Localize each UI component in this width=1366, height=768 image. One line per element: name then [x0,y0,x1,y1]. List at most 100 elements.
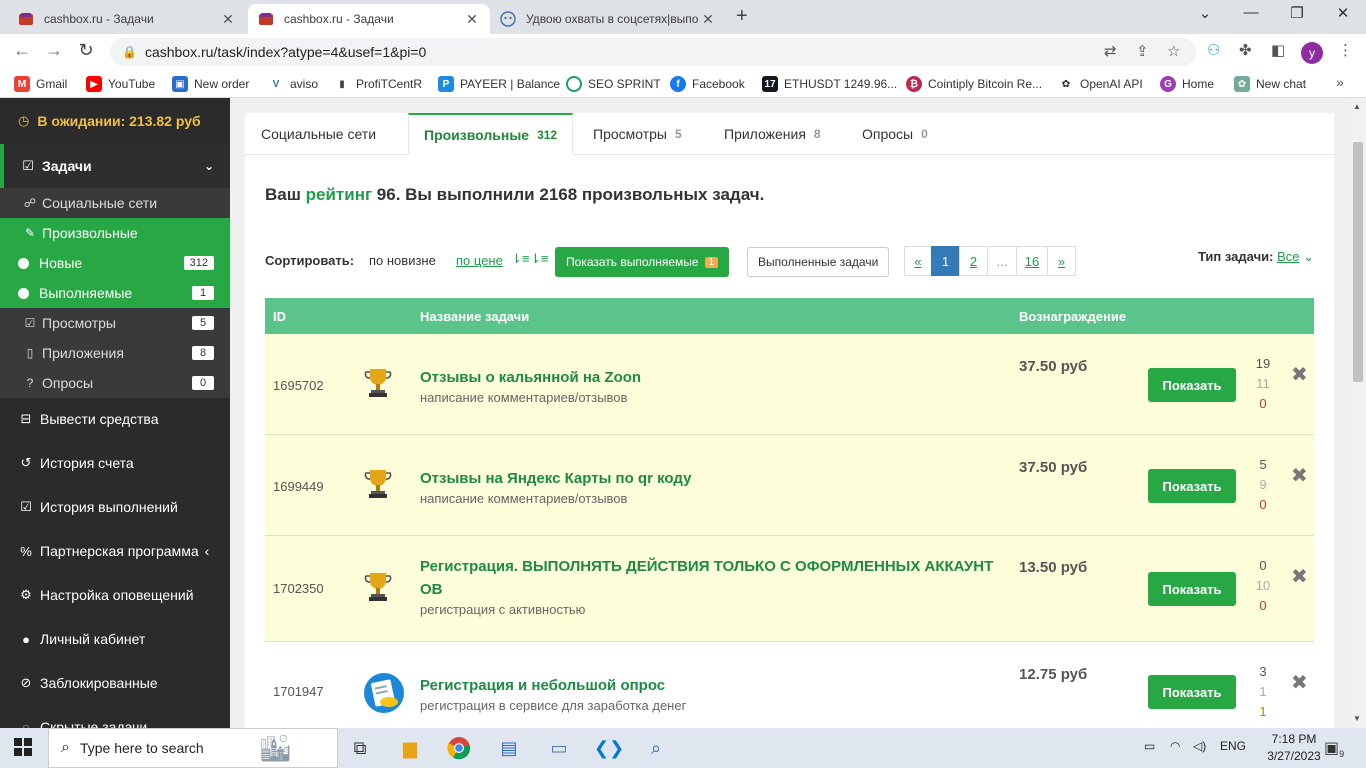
close-window-button[interactable]: ✕ [1320,4,1366,22]
scroll-down-icon[interactable]: ▼ [1353,714,1361,723]
sidebar-item-apps[interactable]: ▯ Приложения 8 [0,338,230,368]
sort-desc-icon[interactable]: ⇂≡ [511,251,529,267]
forward-arrow-icon[interactable]: → [42,40,66,61]
sidebar-item-completion-history[interactable]: ☑ История выполнений [0,485,230,529]
page-1[interactable]: 1 [931,246,960,276]
sidebar-item-new[interactable]: Новые 312 [0,248,230,278]
scrollbar-thumb[interactable] [1353,142,1363,382]
task-view-icon[interactable]: ⧉ [348,736,372,760]
hide-task-icon[interactable]: ✖ [1291,362,1308,387]
sidebar-item-affiliate[interactable]: % Партнерская программа ‹ [0,529,230,573]
sidebar-item-social[interactable]: ☍ Социальные сети [0,188,230,218]
show-task-button[interactable]: Показать [1148,368,1236,402]
file-explorer-icon[interactable]: ▆ [398,736,422,760]
side-panel-icon[interactable]: ◧ [1271,41,1285,59]
extensions-puzzle-icon[interactable]: ✤ [1239,41,1252,59]
bookmark-gmail[interactable]: M Gmail [14,76,67,92]
share-icon[interactable]: ⇪ [1136,42,1149,60]
bookmark-aviso[interactable]: Vaviso [268,76,318,92]
task-title-link[interactable]: Регистрация и небольшой опрос [420,674,1005,697]
task-title-link[interactable]: Регистрация. ВЫПОЛНЯТЬ ДЕЙСТВИЯ ТОЛЬКО С… [420,555,1005,601]
minimize-button[interactable]: — [1228,4,1274,21]
address-bar[interactable]: 🔒 cashbox.ru/task/index?atype=4&usef=1&p… [110,38,1196,66]
bookmark-star-icon[interactable]: ☆ [1167,42,1180,60]
page-16[interactable]: 16 [1016,246,1048,276]
sort-asc-icon[interactable]: ⇂≡ [530,251,548,267]
browser-menu-icon[interactable]: ⋮ [1338,41,1353,59]
hide-task-icon[interactable]: ✖ [1291,670,1308,695]
bookmark-new-order[interactable]: ▣ New order [172,76,249,92]
vscode-icon[interactable]: ❮❯ [594,736,624,760]
bookmark-openai-api[interactable]: ✿ OpenAI API [1058,76,1143,92]
chevron-down-icon[interactable]: ⌄ [1303,249,1314,264]
sidebar-item-in-progress[interactable]: Выполняемые 1 [0,278,230,308]
bookmark-payeer[interactable]: P PAYEER | Balance [438,76,560,92]
page-prev[interactable]: « [904,246,932,276]
sort-by-newest[interactable]: по новизне [369,253,436,268]
hide-task-icon[interactable]: ✖ [1291,463,1308,488]
bookmark-ethusdt[interactable]: 17 ETHUSDT 1249.96... [762,76,897,92]
taskbar-clock[interactable]: 7:18 PM 3/27/2023 [1266,731,1322,765]
sidebar-item-surveys[interactable]: ? Опросы 0 [0,368,230,398]
completed-tasks-button[interactable]: Выполненные задачи [747,247,890,277]
tab-apps[interactable]: Приложения 8 [724,113,821,155]
chrome-icon[interactable] [447,736,471,760]
tab-close-icon[interactable]: ✕ [464,11,480,28]
bookmark-profitcentr[interactable]: ▮ ProfiTCentR [334,76,422,92]
bookmark-facebook[interactable]: f Facebook [670,76,745,92]
notification-center-icon[interactable]: ▣9 [1324,738,1344,759]
sidebar-item-tasks[interactable]: ☑ Задачи ⌄ [0,144,230,188]
monitor-app-icon[interactable]: ▭ [547,736,571,760]
sidebar-item-withdraw[interactable]: ⊟ Вывести средства [0,397,230,441]
language-indicator[interactable]: ENG [1220,739,1246,753]
bookmarks-overflow-icon[interactable]: » [1336,74,1344,90]
profile-avatar[interactable]: y [1301,42,1323,64]
tab-close-icon[interactable]: ✕ [700,11,716,28]
page-2[interactable]: 2 [959,246,988,276]
task-title-link[interactable]: Отзывы на Яндекс Карты по qr коду [420,467,1005,490]
sidebar-item-custom[interactable]: ✎ Произвольные [0,218,230,248]
bookmark-youtube[interactable]: ▶ YouTube [86,76,155,92]
volume-icon[interactable]: ◁) [1193,739,1206,753]
task-title-link[interactable]: Отзывы о кальянной на Zoon [420,366,1005,389]
sidebar-item-profile[interactable]: ● Личный кабинет [0,617,230,661]
browser-tab[interactable]: cashbox.ru - Задачи ✕ [8,4,246,34]
sidebar-item-views[interactable]: ☑ Просмотры 5 [0,308,230,338]
sort-by-price[interactable]: по цене [456,253,503,268]
remote-app-icon[interactable]: ▤ [497,736,521,760]
bookmark-home[interactable]: G Home [1160,76,1214,92]
tab-views[interactable]: Просмотры 5 [593,113,682,155]
new-tab-button[interactable]: + [736,5,748,28]
task-type-select[interactable]: Все [1277,249,1299,264]
tab-custom[interactable]: Произвольные 312 [408,113,574,155]
show-in-progress-button[interactable]: Показать выполняемые 1 [555,247,730,277]
browser-tab-active[interactable]: cashbox.ru - Задачи ✕ [248,4,490,34]
show-task-button[interactable]: Показать [1148,572,1236,606]
tab-surveys[interactable]: Опросы 0 [862,113,928,155]
hide-task-icon[interactable]: ✖ [1291,564,1308,589]
restore-button[interactable]: ❐ [1274,4,1320,22]
sidebar-item-blocked[interactable]: ⊘ Заблокированные [0,661,230,705]
translate-icon[interactable]: ⇄ [1104,42,1117,60]
reload-icon[interactable]: ↻ [74,40,98,61]
wifi-icon[interactable]: ◠ [1170,739,1180,753]
page-next[interactable]: » [1047,246,1076,276]
sidebar-item-notifications[interactable]: ⚙ Настройка оповещений [0,573,230,617]
sidebar-item-account-history[interactable]: ↺ История счета [0,441,230,485]
tab-search-chevron-icon[interactable]: ⌄ [1182,4,1228,22]
tab-close-icon[interactable]: ✕ [220,11,236,28]
windows-start-icon[interactable] [14,738,32,761]
rating-link[interactable]: рейтинг [306,185,372,204]
browser-tab[interactable]: Удвою охваты в соцсетях|выпо ✕ [490,4,726,34]
bookmark-new-chat[interactable]: ✿ New chat [1234,76,1306,92]
extension-cluster-icon[interactable]: ⚇ [1207,41,1220,59]
tab-social[interactable]: Социальные сети [261,113,376,155]
search-app-icon[interactable]: ⌕ [644,736,668,760]
bookmark-seo-sprint[interactable]: SEO SPRINT [566,76,661,92]
taskbar-search[interactable]: ⌕ Type here to search 🏙 [48,728,338,768]
show-task-button[interactable]: Показать [1148,675,1236,709]
sidebar-item-hidden[interactable]: ◌ Скрытые задачи [0,705,230,728]
battery-icon[interactable]: ▭ [1144,739,1155,753]
scroll-up-icon[interactable]: ▲ [1353,102,1361,111]
bookmark-cointiply[interactable]: ₿ Cointiply Bitcoin Re... [906,76,1042,92]
